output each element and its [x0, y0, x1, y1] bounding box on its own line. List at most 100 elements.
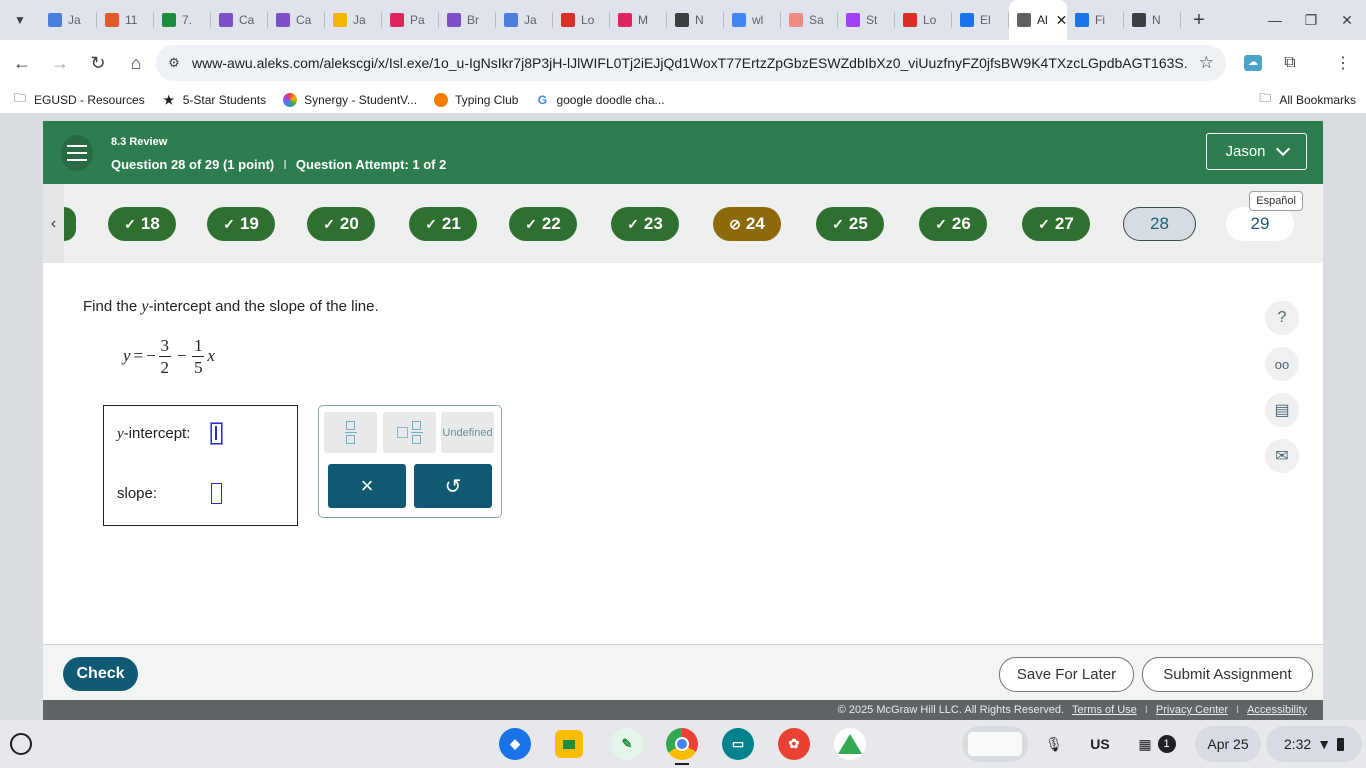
- textbook-icon[interactable]: ▤: [1265, 393, 1299, 427]
- microphone-icon[interactable]: 🎙: [1037, 726, 1071, 762]
- tote-holding-space[interactable]: [962, 726, 1028, 762]
- site-info-icon[interactable]: ⚙: [156, 55, 192, 71]
- browser-tab[interactable]: Al ✕: [1009, 0, 1067, 40]
- browser-tab[interactable]: M: [610, 0, 667, 40]
- browser-tab[interactable]: Ca: [211, 0, 268, 40]
- question-pill-29[interactable]: 29: [1226, 207, 1294, 241]
- address-bar[interactable]: ⚙ www-awu.aleks.com/alekscgi/x/Isl.exe/1…: [156, 45, 1226, 81]
- browser-tab[interactable]: N: [1124, 0, 1181, 40]
- browser-tab[interactable]: N: [667, 0, 724, 40]
- chrome-app-icon[interactable]: [666, 728, 698, 760]
- close-tab-icon[interactable]: ✕: [1056, 12, 1067, 29]
- extension-cloud-icon[interactable]: ☁: [1240, 50, 1266, 76]
- bookmark-label: Typing Club: [455, 92, 519, 107]
- menu-hamburger-icon[interactable]: [61, 135, 93, 171]
- checkmark-icon: ✓: [627, 215, 639, 232]
- menu-kebab-icon[interactable]: ⋮: [1330, 50, 1356, 76]
- browser-tab[interactable]: Ja: [496, 0, 553, 40]
- all-bookmarks[interactable]: 🗀 All Bookmarks: [1259, 89, 1356, 110]
- undefined-button[interactable]: Undefined: [441, 412, 494, 453]
- home-icon[interactable]: ⌂: [118, 45, 154, 81]
- location-app-icon[interactable]: ◆: [499, 728, 531, 760]
- espanol-button[interactable]: Español: [1249, 191, 1303, 211]
- browser-tab[interactable]: Pa: [382, 0, 439, 40]
- slope-input[interactable]: [211, 483, 222, 504]
- bookmark-star-icon[interactable]: ☆: [1199, 53, 1214, 73]
- browser-tab[interactable]: St: [838, 0, 895, 40]
- notification-tray[interactable]: ▦ 1: [1129, 726, 1185, 762]
- submit-assignment-button[interactable]: Submit Assignment: [1142, 657, 1313, 692]
- question-pill-27[interactable]: ✓ 27: [1022, 207, 1090, 241]
- y-intercept-input[interactable]: [211, 423, 222, 444]
- question-pill-19[interactable]: ✓ 19: [207, 207, 275, 241]
- reload-icon[interactable]: ↻: [80, 45, 116, 81]
- bookmark-egusd[interactable]: 🗀 EGUSD - Resources: [12, 91, 145, 107]
- browser-tab[interactable]: Br: [439, 0, 496, 40]
- mail-icon[interactable]: ✉: [1265, 439, 1299, 473]
- classroom-icon: [162, 13, 176, 27]
- status-area[interactable]: 2:32 ▼: [1266, 726, 1362, 762]
- mixed-number-button[interactable]: [383, 412, 436, 453]
- bookmark-typing-club[interactable]: Typing Club: [433, 92, 519, 107]
- link-separator: I: [1144, 704, 1148, 716]
- undo-button[interactable]: ↺: [414, 464, 492, 508]
- question-pill-20[interactable]: ✓ 20: [307, 207, 375, 241]
- question-prompt: Find the y-intercept and the slope of th…: [83, 298, 379, 316]
- browser-tab[interactable]: 11: [97, 0, 154, 40]
- minimize-icon[interactable]: —: [1260, 0, 1290, 40]
- bookmark-5-star[interactable]: ★ 5-Star Students: [161, 93, 266, 107]
- question-pill-28[interactable]: 28: [1123, 207, 1196, 241]
- browser-tab[interactable]: Lo: [553, 0, 610, 40]
- new-tab-button[interactable]: +: [1181, 0, 1217, 40]
- help-icon[interactable]: ?: [1265, 301, 1299, 335]
- clear-button[interactable]: ×: [328, 464, 406, 508]
- save-for-later-button[interactable]: Save For Later: [999, 657, 1134, 692]
- art-app-icon[interactable]: ✿: [778, 728, 810, 760]
- checkmark-icon: ✓: [223, 215, 235, 232]
- tab-search-chevron-icon[interactable]: ▼: [0, 0, 40, 40]
- url-text[interactable]: www-awu.aleks.com/alekscgi/x/Isl.exe/1o_…: [192, 55, 1187, 71]
- question-pill-18[interactable]: ✓ 18: [108, 207, 176, 241]
- chrome-icon: [1132, 13, 1146, 27]
- scroll-left-chevron-icon[interactable]: ‹: [43, 184, 64, 263]
- accessibility-link[interactable]: Accessibility: [1247, 704, 1307, 716]
- bookmark-google-doodle[interactable]: G google doodle cha...: [534, 93, 665, 107]
- previous-question-pill-partial[interactable]: [64, 207, 76, 241]
- fraction-button[interactable]: [324, 412, 377, 453]
- glasses-icon[interactable]: oo: [1265, 347, 1299, 381]
- question-pill-26[interactable]: ✓ 26: [919, 207, 987, 241]
- browser-tab[interactable]: Sa: [781, 0, 838, 40]
- question-pill-21[interactable]: ✓ 21: [409, 207, 477, 241]
- tab-title: Ja: [353, 13, 366, 27]
- bookmark-synergy[interactable]: Synergy - StudentV...: [282, 92, 417, 107]
- question-pill-24[interactable]: ⊘ 24: [713, 207, 781, 241]
- input-locale[interactable]: US: [1080, 726, 1120, 762]
- maximize-icon[interactable]: ❐: [1296, 0, 1326, 40]
- browser-tab[interactable]: Ja: [40, 0, 97, 40]
- browser-tab[interactable]: Lo: [895, 0, 952, 40]
- classroom-app-icon[interactable]: [555, 730, 583, 758]
- browser-tab[interactable]: 7.: [154, 0, 211, 40]
- terms-link[interactable]: Terms of Use: [1072, 704, 1137, 716]
- privacy-link[interactable]: Privacy Center: [1156, 704, 1228, 716]
- forward-icon[interactable]: →: [42, 45, 78, 81]
- slides-icon: [105, 13, 119, 27]
- question-pill-22[interactable]: ✓ 22: [509, 207, 577, 241]
- browser-tab[interactable]: Ja: [325, 0, 382, 40]
- browser-tab[interactable]: Fi: [1067, 0, 1124, 40]
- reader-app-icon[interactable]: ✎: [611, 728, 643, 760]
- launcher-icon[interactable]: [10, 733, 32, 755]
- question-pill-25[interactable]: ✓ 25: [816, 207, 884, 241]
- extensions-puzzle-icon[interactable]: ⧉: [1277, 50, 1303, 76]
- browser-tab[interactable]: Ca: [268, 0, 325, 40]
- browser-tab[interactable]: wl: [724, 0, 781, 40]
- drive-app-icon[interactable]: [834, 728, 866, 760]
- check-button[interactable]: Check: [63, 657, 138, 691]
- browser-tab[interactable]: El: [952, 0, 1009, 40]
- user-menu-button[interactable]: Jason: [1206, 133, 1307, 170]
- screencast-app-icon[interactable]: ▭: [722, 728, 754, 760]
- back-icon[interactable]: ←: [4, 45, 40, 81]
- close-window-icon[interactable]: ✕: [1332, 0, 1362, 40]
- question-pill-23[interactable]: ✓ 23: [611, 207, 679, 241]
- date-display[interactable]: Apr 25: [1195, 726, 1261, 762]
